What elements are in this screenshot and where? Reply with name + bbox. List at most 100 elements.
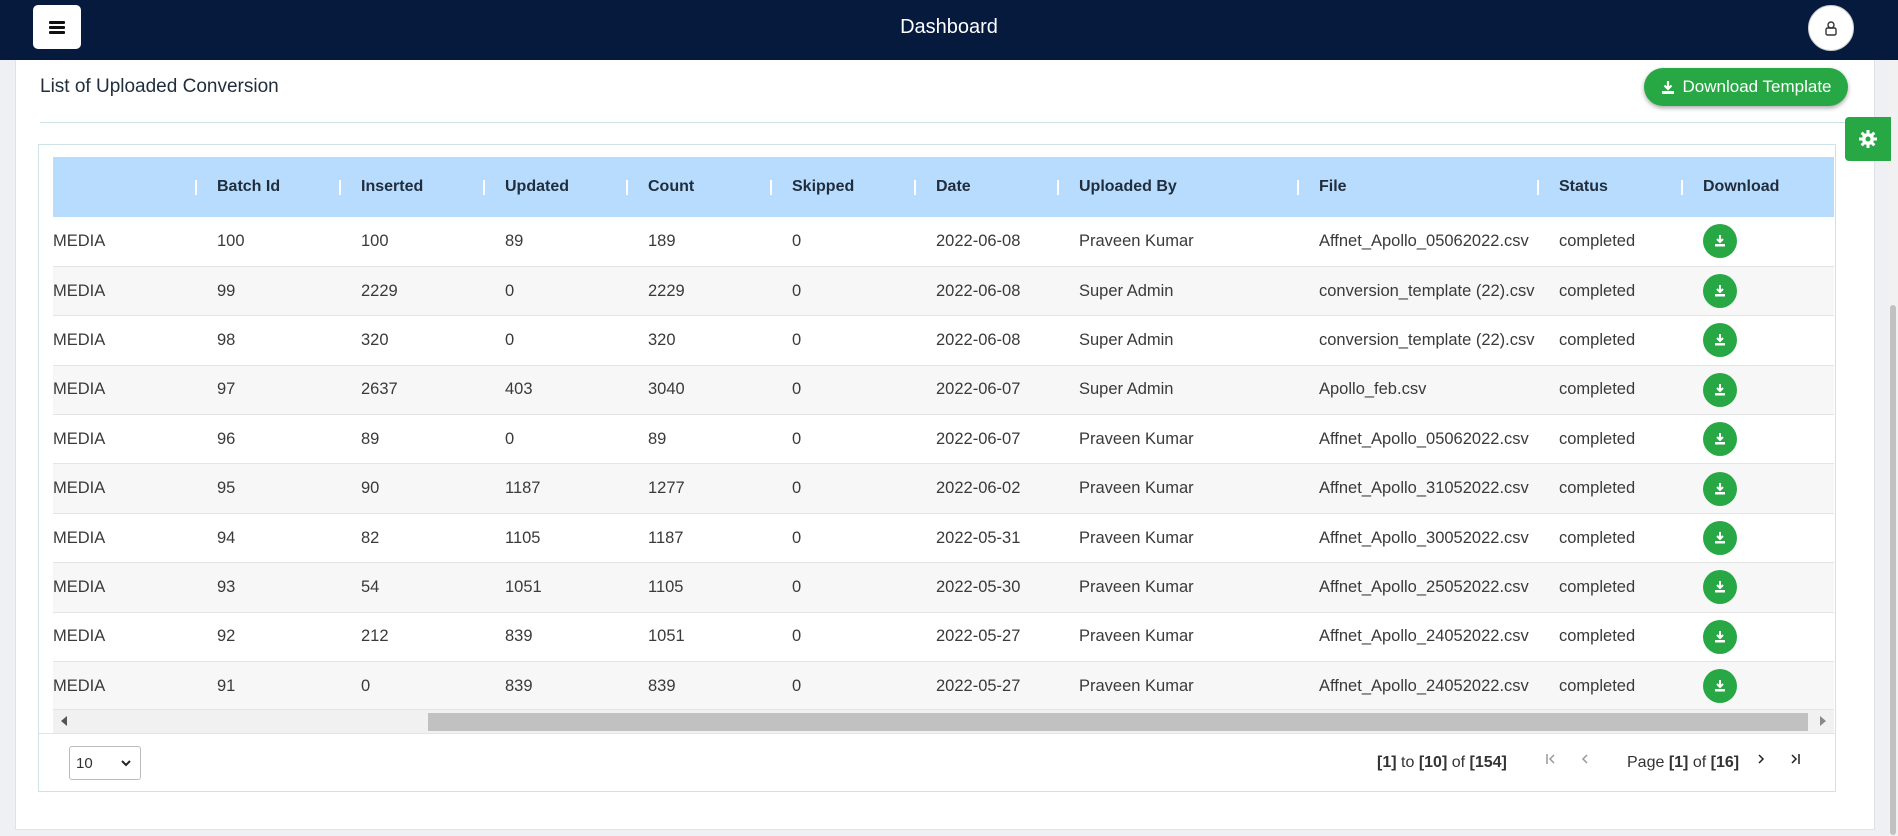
table-cell: 2022-05-27: [936, 627, 1021, 646]
last-page-icon[interactable]: [1787, 752, 1801, 769]
table-cell: MEDIA: [53, 627, 106, 646]
table-cell: 94: [217, 528, 236, 547]
table-cell: 320: [648, 330, 676, 349]
table-cell: 1105: [648, 577, 684, 596]
download-file-button[interactable]: [1703, 274, 1737, 309]
table-cell: 98: [217, 330, 236, 349]
download-file-button[interactable]: [1703, 323, 1737, 358]
column-header[interactable]: Uploaded By: [1059, 157, 1299, 217]
column-header[interactable]: File: [1299, 157, 1539, 217]
column-header[interactable]: Date: [916, 157, 1059, 217]
table-cell: 0: [792, 281, 802, 300]
table-cell: 2229: [361, 281, 398, 300]
table-cell: 212: [361, 627, 389, 646]
previous-page-icon[interactable]: [1579, 752, 1591, 769]
table-row[interactable]: MEDIA 100 100 89 189 0 2022-06-08 Praveen Kumar…: [53, 217, 1834, 267]
scroll-left-icon[interactable]: [61, 716, 67, 726]
user-menu-button[interactable]: [1808, 5, 1854, 51]
table-cell: 100: [361, 231, 389, 250]
table-cell: 0: [792, 380, 802, 399]
table-cell: Affnet_Apollo_31052022.csv: [1319, 479, 1529, 498]
table-cell: 839: [505, 676, 533, 695]
of-word: of: [1692, 754, 1707, 771]
download-file-button[interactable]: [1703, 570, 1737, 605]
table-cell: 0: [792, 577, 802, 596]
table-cell: 0: [792, 627, 802, 646]
download-file-button[interactable]: [1703, 422, 1737, 457]
table-row[interactable]: MEDIA 97 2637 403 3040 0 2022-06-07 Super Admin…: [53, 365, 1834, 415]
table-cell: 93: [217, 577, 236, 596]
table-cell: Praveen Kumar: [1079, 676, 1194, 695]
table-row[interactable]: MEDIA 93 54 1051 1105 0 2022-05-30 Praveen Kuma…: [53, 562, 1834, 613]
download-template-button[interactable]: Download Template: [1644, 68, 1848, 106]
table-cell: 0: [792, 231, 802, 250]
scroll-right-icon[interactable]: [1820, 716, 1826, 726]
table-row[interactable]: MEDIA 99 2229 0 2229 0 2022-06-08 Super Admin co…: [53, 266, 1834, 316]
download-icon: [1715, 235, 1725, 247]
table-cell: 0: [792, 528, 802, 547]
column-header[interactable]: Skipped: [772, 157, 916, 217]
table-cell: 1105: [505, 528, 541, 547]
data-grid: Batch Id Inserted Updated Count Skipped Date U…: [38, 144, 1836, 792]
table-row[interactable]: MEDIA 98 320 0 320 0 2022-06-08 Super Admin conv…: [53, 316, 1834, 366]
column-header[interactable]: Download: [1683, 157, 1834, 217]
column-header[interactable]: Count: [628, 157, 772, 217]
column-header[interactable]: [53, 157, 197, 217]
table-cell: 1187: [648, 528, 684, 547]
column-header[interactable]: Batch Id: [197, 157, 341, 217]
page-word: Page: [1627, 754, 1665, 771]
table-cell: 0: [792, 676, 802, 695]
page-vertical-scrollbar[interactable]: [1888, 60, 1898, 836]
table-cell: 2022-06-07: [936, 380, 1021, 399]
table-row[interactable]: MEDIA 96 89 0 89 0 2022-06-07 Praveen Kumar Affn…: [53, 415, 1834, 464]
table-cell: 90: [361, 479, 380, 498]
table-cell: 0: [361, 676, 371, 695]
table-cell: 99: [217, 281, 236, 300]
total-pages: [16]: [1710, 754, 1740, 771]
download-icon: [1661, 80, 1674, 94]
table-cell: 2022-06-08: [936, 330, 1021, 349]
table-row[interactable]: MEDIA 94 82 1105 1187 0 2022-05-31 Praveen Kuma…: [53, 513, 1834, 563]
row-from: [1]: [1377, 754, 1397, 771]
of-word: of: [1451, 754, 1466, 771]
scrollbar-thumb[interactable]: [428, 713, 1808, 731]
table-cell: Affnet_Apollo_25052022.csv: [1319, 577, 1529, 596]
table-cell: 91: [217, 676, 236, 695]
table-cell: MEDIA: [53, 479, 106, 498]
download-file-button[interactable]: [1703, 471, 1737, 506]
column-header[interactable]: Updated: [485, 157, 628, 217]
download-file-button[interactable]: [1703, 619, 1737, 654]
settings-button[interactable]: [1845, 117, 1891, 161]
table-row[interactable]: MEDIA 92 212 839 1051 0 2022-05-27 Praveen Kuma…: [53, 612, 1834, 662]
download-icon: [1715, 482, 1725, 495]
table-cell: MEDIA: [53, 231, 106, 250]
download-icon: [1715, 383, 1725, 396]
download-cell: [1683, 513, 1834, 562]
table-cell: 1187: [505, 479, 541, 498]
column-header[interactable]: Inserted: [341, 157, 485, 217]
table-cell: 0: [792, 429, 802, 448]
table-cell: 2229: [648, 281, 685, 300]
column-header-label: File: [1319, 178, 1347, 195]
column-header-label: Count: [648, 178, 695, 195]
table-cell: Apollo_feb.csv: [1319, 380, 1427, 399]
table-cell: 2022-06-08: [936, 231, 1021, 250]
first-page-icon[interactable]: [1545, 752, 1559, 769]
page-size-select[interactable]: 10: [69, 746, 141, 780]
table-cell: completed: [1559, 528, 1636, 547]
download-file-button[interactable]: [1703, 372, 1737, 407]
table-row[interactable]: MEDIA 95 90 1187 1277 0 2022-06-02 Praveen Kuma…: [53, 463, 1834, 514]
download-file-button[interactable]: [1703, 521, 1737, 556]
column-header-label: Skipped: [792, 178, 855, 195]
horizontal-scrollbar[interactable]: [53, 709, 1834, 733]
table-row[interactable]: MEDIA 91 0 839 839 0 2022-05-27 Praveen Kumar Af…: [53, 661, 1834, 711]
column-header[interactable]: Status: [1539, 157, 1683, 217]
table-cell: completed: [1559, 479, 1636, 498]
table-cell: 839: [648, 676, 676, 695]
next-page-icon[interactable]: [1755, 752, 1767, 769]
download-file-button[interactable]: [1703, 669, 1737, 704]
table-header: Batch Id Inserted Updated Count Skipped Date U…: [53, 157, 1834, 217]
download-cell: [1683, 612, 1834, 661]
table-cell: MEDIA: [53, 330, 106, 349]
download-file-button[interactable]: [1703, 224, 1737, 259]
